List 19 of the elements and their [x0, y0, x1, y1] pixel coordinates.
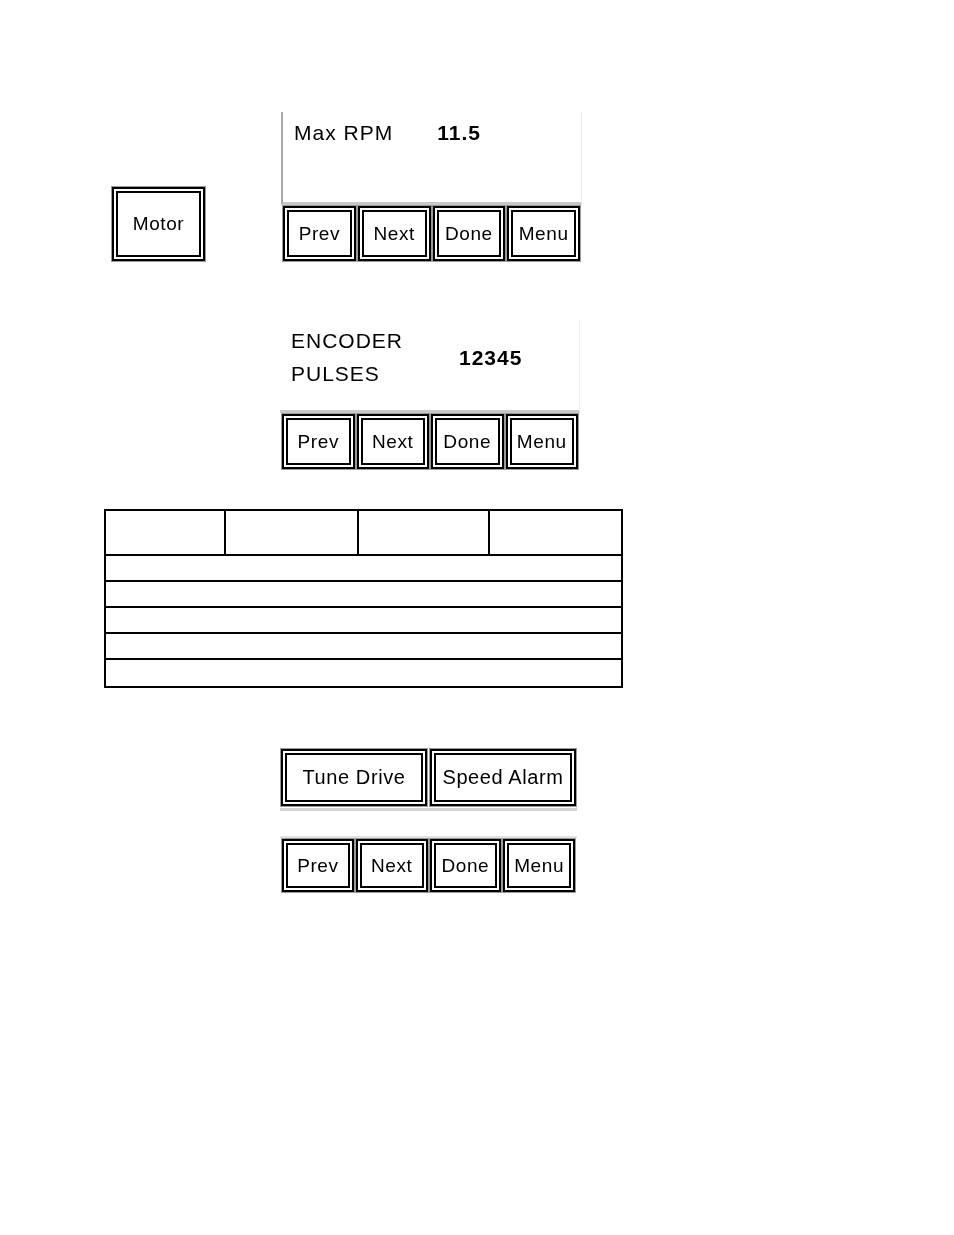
nav-button[interactable]: Done [429, 839, 502, 892]
nav-button[interactable]: Menu [505, 414, 578, 469]
nav-button[interactable]: Done [432, 206, 506, 261]
nav-button[interactable]: Menu [507, 206, 580, 261]
nav-button[interactable]: Next [355, 839, 428, 892]
nav-button[interactable]: Prev [282, 414, 355, 469]
nav-button[interactable]: Menu [503, 839, 575, 892]
parameter-value: 12345 [459, 344, 523, 371]
motor-button[interactable]: Motor [112, 187, 205, 261]
nav-button[interactable]: Done [431, 414, 504, 469]
nav-button[interactable]: Prev [283, 206, 356, 261]
action-button[interactable]: Speed Alarm [430, 749, 576, 806]
nav-button[interactable]: Next [356, 414, 429, 469]
nav-button[interactable]: Prev [282, 839, 354, 892]
nav-button[interactable]: Next [357, 206, 431, 261]
action-button[interactable]: Tune Drive [281, 749, 427, 806]
parameter-label: ENCODER PULSES [291, 328, 403, 387]
parameter-label: Max RPM [294, 120, 394, 146]
parameter-value: 11.5 [437, 120, 481, 146]
